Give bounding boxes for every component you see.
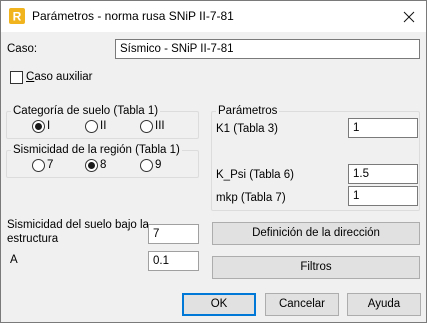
kpsi-label: K_Psi (Tabla 6) [216, 169, 294, 181]
soil-radio-iii-label: III [155, 120, 165, 132]
caso-label: Caso: [7, 43, 38, 55]
mkp-input[interactable]: 1 [348, 186, 418, 206]
a-field: 0.1 [148, 251, 199, 271]
ok-button[interactable]: OK [182, 293, 256, 316]
region-seismicity-title: Sismicidad de la región (Tabla 1) [11, 144, 182, 156]
filters-button[interactable]: Filtros [212, 256, 420, 279]
window-title: Parámetros - norma rusa SNiP II-7-81 [32, 9, 234, 23]
region-radio-7-label: 7 [47, 159, 54, 171]
title-bar: R Parámetros - norma rusa SNiP II-7-81 [1, 1, 426, 32]
region-radio-8[interactable] [85, 159, 98, 172]
soil-radio-ii-label: II [100, 120, 107, 132]
region-radio-8-label: 8 [100, 159, 107, 171]
soil-category-title: Categoría de suelo (Tabla 1) [11, 105, 161, 117]
mkp-label: mkp (Tabla 7) [216, 192, 286, 204]
caso-auxiliar-label: Caso auxiliar [26, 71, 93, 83]
cancel-button[interactable]: Cancelar [265, 293, 339, 316]
region-radio-9[interactable] [140, 159, 153, 172]
soil-radio-iii[interactable] [140, 120, 153, 133]
a-label: A [10, 254, 18, 266]
k1-label: K1 (Tabla 3) [216, 123, 279, 135]
soil-radio-ii[interactable] [85, 120, 98, 133]
kpsi-input[interactable]: 1.5 [348, 164, 418, 184]
app-r-icon: R [9, 8, 25, 24]
structure-seismicity-label-line2: estructura [7, 233, 59, 245]
dialog-window: R Parámetros - norma rusa SNiP II-7-81 C… [0, 0, 427, 323]
region-radio-7[interactable] [32, 159, 45, 172]
soil-radio-i[interactable] [32, 120, 45, 133]
help-button[interactable]: Ayuda [347, 293, 421, 316]
direction-definition-button[interactable]: Definición de la dirección [212, 222, 420, 245]
soil-radio-i-label: I [47, 120, 51, 132]
structure-seismicity-field: 7 [148, 224, 199, 244]
svg-text:R: R [13, 10, 22, 24]
k1-input[interactable]: 1 [348, 118, 418, 138]
caso-field[interactable]: Sísmico - SNiP II-7-81 [115, 39, 420, 59]
parameters-title: Parámetros [216, 105, 280, 117]
structure-seismicity-label-line1: Sismicidad del suelo bajo la [7, 219, 149, 231]
region-radio-9-label: 9 [155, 159, 162, 171]
close-icon[interactable] [397, 6, 421, 28]
caso-auxiliar-checkbox[interactable] [10, 71, 23, 84]
